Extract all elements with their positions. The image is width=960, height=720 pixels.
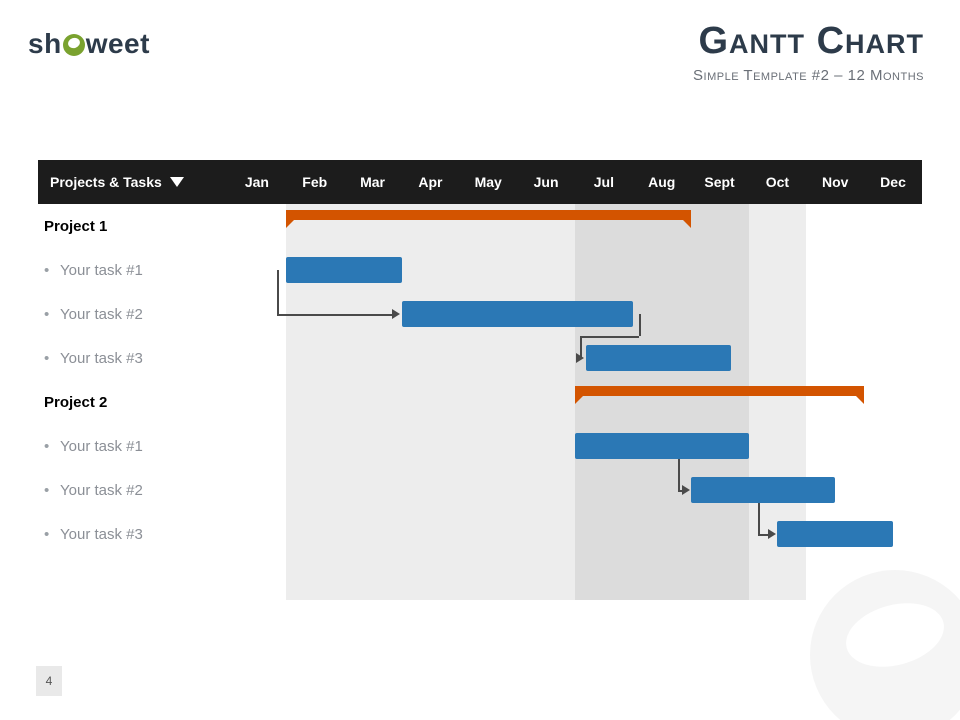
project-label: Project 1 — [38, 218, 228, 235]
month-jul: Jul — [575, 174, 633, 190]
task-row: Your task #2 — [38, 468, 922, 512]
task-label: Your task #1 — [38, 438, 228, 455]
task-bar[interactable] — [402, 301, 633, 327]
task-row: Your task #1 — [38, 424, 922, 468]
dependency-connector — [639, 314, 641, 336]
task-row: Your task #2 — [38, 292, 922, 336]
task-bar[interactable] — [691, 477, 836, 503]
projects-tasks-header[interactable]: Projects & Tasks — [38, 174, 228, 190]
month-may: May — [459, 174, 517, 190]
projects-tasks-label: Projects & Tasks — [50, 174, 162, 190]
project-row: Project 2 — [38, 380, 922, 424]
page-title: Gantt Chart — [693, 20, 924, 63]
timeline-header: Projects & Tasks Jan Feb Mar Apr May Jun… — [38, 160, 922, 204]
project-span-bar[interactable] — [575, 386, 864, 396]
page-subtitle: Simple Template #2 – 12 Months — [693, 67, 924, 84]
project-span-bar[interactable] — [286, 210, 691, 220]
month-aug: Aug — [633, 174, 691, 190]
month-apr: Apr — [401, 174, 459, 190]
task-row: Your task #3 — [38, 336, 922, 380]
task-label: Your task #2 — [38, 306, 228, 323]
month-mar: Mar — [344, 174, 402, 190]
gantt-chart: Projects & Tasks Jan Feb Mar Apr May Jun… — [38, 160, 922, 600]
month-jan: Jan — [228, 174, 286, 190]
page-number: 4 — [36, 666, 62, 696]
month-oct: Oct — [748, 174, 806, 190]
month-dec: Dec — [864, 174, 922, 190]
month-headers: Jan Feb Mar Apr May Jun Jul Aug Sept Oct… — [228, 174, 922, 190]
title-block: Gantt Chart Simple Template #2 – 12 Mont… — [693, 20, 924, 84]
task-label: Your task #1 — [38, 262, 228, 279]
task-row: Your task #3 — [38, 512, 922, 556]
task-label: Your task #3 — [38, 350, 228, 367]
gantt-rows: Project 1 Your task #1 Your task #2 — [38, 204, 922, 556]
project-row: Project 1 — [38, 204, 922, 248]
month-nov: Nov — [806, 174, 864, 190]
task-bar[interactable] — [575, 433, 749, 459]
task-bar[interactable] — [586, 345, 731, 371]
slide: shweet Gantt Chart Simple Template #2 – … — [0, 0, 960, 720]
task-bar[interactable] — [777, 521, 893, 547]
project-label: Project 2 — [38, 394, 228, 411]
chevron-down-icon — [170, 177, 184, 187]
task-row: Your task #1 — [38, 248, 922, 292]
month-jun: Jun — [517, 174, 575, 190]
task-label: Your task #2 — [38, 482, 228, 499]
task-bar[interactable] — [286, 257, 402, 283]
brand-logo: shweet — [28, 28, 150, 60]
leaf-icon — [63, 34, 85, 56]
month-sep: Sept — [691, 174, 749, 190]
task-label: Your task #3 — [38, 526, 228, 543]
month-feb: Feb — [286, 174, 344, 190]
